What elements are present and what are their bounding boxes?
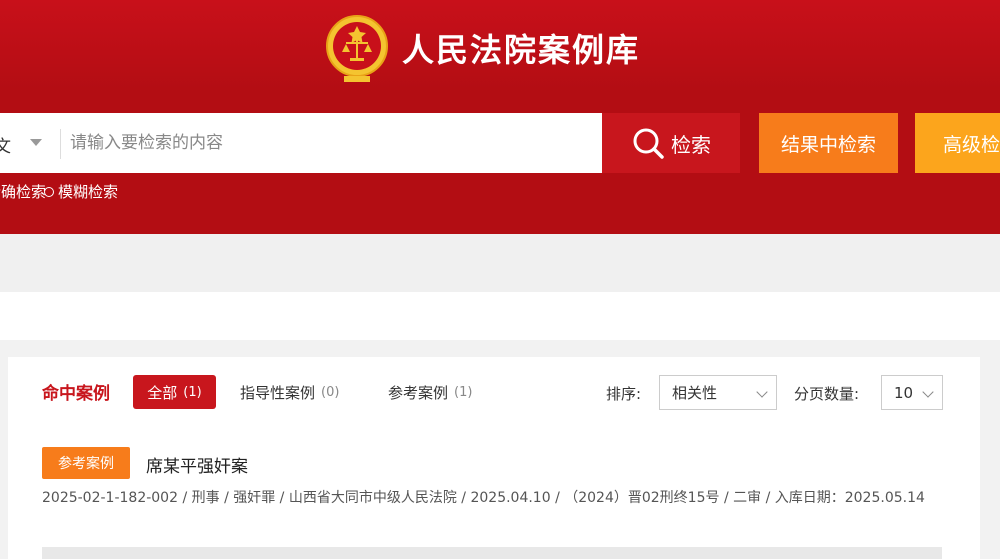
site-title: 人民法院案例库 — [402, 31, 641, 69]
search-mode-exact[interactable]: 精确检索 — [0, 181, 46, 202]
scope-divider — [60, 129, 61, 159]
tab-reference-label: 参考案例 — [388, 383, 449, 402]
tab-guiding-label: 指导性案例 — [240, 383, 316, 402]
court-emblem-icon — [326, 15, 388, 82]
chevron-down-icon — [756, 386, 768, 398]
tab-reference-cases[interactable]: 参考案例 (1) — [388, 375, 472, 409]
results-panel: 命中案例 全部 (1) 指导性案例 (0) 参考案例 (1) 排序: 相关性 分… — [8, 357, 980, 559]
chevron-down-icon — [922, 386, 934, 398]
sort-select[interactable]: 相关性 — [659, 375, 777, 410]
search-scope-value[interactable]: 文 — [0, 132, 11, 157]
advanced-search-button[interactable]: 高级检索 — [915, 113, 1000, 173]
scope-caret-down-icon[interactable] — [30, 139, 42, 146]
page-size-value: 10 — [894, 383, 914, 402]
refine-search-button[interactable]: 结果中检索 — [759, 113, 898, 173]
search-button[interactable]: 检索 — [602, 113, 740, 173]
search-button-label: 检索 — [671, 132, 711, 157]
page-size-select[interactable]: 10 — [881, 375, 943, 410]
sort-value: 相关性 — [672, 384, 718, 402]
search-mode-fuzzy-label: 模糊检索 — [58, 183, 119, 201]
search-icon — [633, 128, 664, 159]
spacer-band — [0, 234, 1000, 292]
case-title-link[interactable]: 席某平强奸案 — [146, 452, 248, 477]
search-input[interactable] — [70, 123, 590, 163]
tab-guiding-count: (0) — [321, 384, 340, 400]
page-size-label: 分页数量: — [794, 385, 860, 403]
sort-label: 排序: — [606, 385, 642, 403]
radio-icon — [44, 186, 54, 197]
tab-all-count: (1) — [183, 384, 202, 400]
hit-cases-label: 命中案例 — [42, 384, 110, 404]
tab-reference-count: (1) — [454, 384, 473, 400]
tab-all-label: 全部 — [147, 383, 178, 402]
case-summary-bar — [42, 547, 942, 559]
site-logo[interactable]: 人民法院案例库 — [324, 12, 640, 84]
case-meta: 2025-02-1-182-002 / 刑事 / 强奸罪 / 山西省大同市中级人… — [42, 490, 925, 506]
search-mode-exact-label: 精确检索 — [0, 183, 47, 201]
tab-guiding-cases[interactable]: 指导性案例 (0) — [240, 375, 339, 409]
search-mode-fuzzy[interactable]: 模糊检索 — [44, 181, 118, 202]
case-type-badge: 参考案例 — [42, 447, 130, 479]
tab-all[interactable]: 全部 (1) — [133, 375, 216, 409]
search-box: 文 — [0, 113, 602, 173]
filter-band — [0, 292, 1000, 340]
site-header: 人民法院案例库 文 检索 结果中检索 高级检索 精确检索 模糊检索 — [0, 0, 1000, 234]
